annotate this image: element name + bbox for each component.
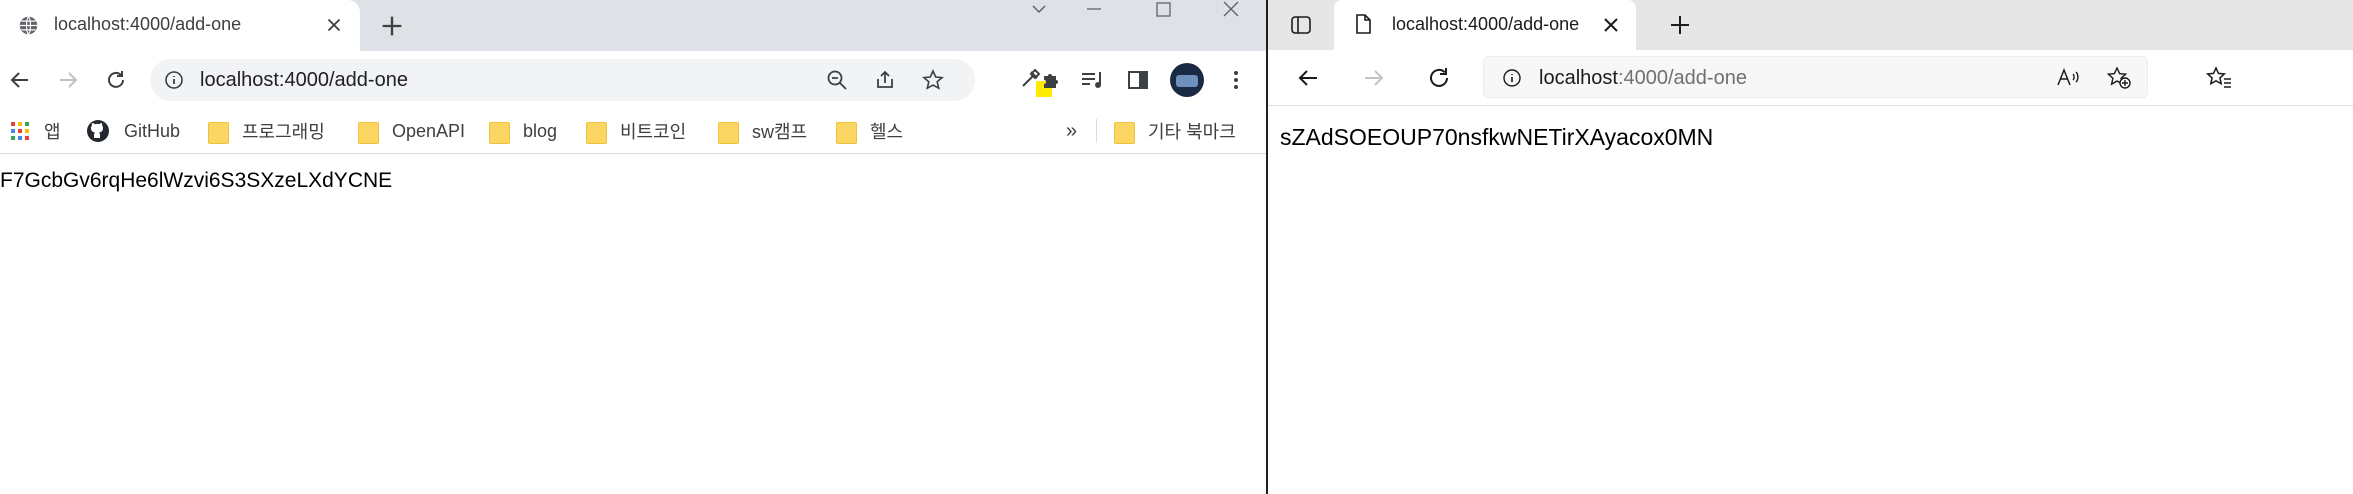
address-path: :4000/add-one: [1617, 67, 1747, 89]
back-icon[interactable]: [1295, 65, 1321, 91]
bookmark-folder-programming[interactable]: 프로그래밍: [208, 108, 325, 154]
overflow-chevron-icon: »: [1066, 119, 1078, 142]
chrome-menu-icon[interactable]: [1224, 68, 1248, 92]
folder-icon: [1114, 120, 1135, 144]
bookmark-folder-health[interactable]: 헬스: [836, 108, 903, 154]
bookmark-folder-openapi[interactable]: OpenAPI: [358, 108, 465, 154]
bookmark-label: 비트코인: [620, 122, 687, 142]
page-icon: [1356, 14, 1371, 34]
page-body-text: sZAdSOEOUP70nsfkwNETirXAyacox0MN: [1280, 124, 1714, 150]
zoom-icon[interactable]: [826, 69, 848, 91]
folder-icon: [489, 120, 510, 144]
chrome-tab-active[interactable]: localhost:4000/add-one: [0, 0, 360, 51]
minimize-icon[interactable]: [1071, 0, 1117, 22]
bookmark-label: OpenAPI: [392, 120, 466, 141]
close-window-icon[interactable]: [1208, 0, 1254, 22]
bookmark-label: blog: [523, 120, 558, 141]
address-bar[interactable]: localhost:4000/add-one: [150, 59, 975, 101]
bookmark-folder-blog[interactable]: blog: [489, 108, 557, 154]
bookmark-folder-swcamp[interactable]: sw캠프: [718, 108, 807, 154]
bookmark-folder-bitcoin[interactable]: 비트코인: [586, 108, 686, 154]
tab-actions-icon[interactable]: [1290, 14, 1312, 36]
side-panel-icon[interactable]: [1126, 68, 1150, 92]
bookmark-label: 프로그래밍: [242, 122, 325, 142]
tab-title: localhost:4000/add-one: [54, 14, 242, 34]
globe-icon: [19, 16, 38, 35]
bookmark-label: GitHub: [124, 120, 181, 141]
add-favorite-icon[interactable]: [2106, 66, 2132, 90]
reload-icon[interactable]: [104, 68, 128, 92]
new-tab-icon[interactable]: [1668, 13, 1692, 37]
profile-avatar[interactable]: [1170, 63, 1204, 97]
tab-search-chevron-icon[interactable]: [1016, 0, 1062, 22]
bookmarks-divider: [1096, 119, 1097, 143]
bookmark-label: 기타 북마크: [1148, 122, 1236, 142]
edge-tab-active[interactable]: localhost:4000/add-one: [1334, 0, 1636, 50]
read-aloud-icon[interactable]: [2056, 67, 2080, 89]
apps-grid-icon: [11, 122, 29, 140]
close-tab-icon[interactable]: [1602, 16, 1620, 34]
favorites-icon[interactable]: [2205, 65, 2233, 91]
bookmark-star-icon[interactable]: [922, 69, 944, 91]
bookmark-other-bookmarks[interactable]: 기타 북마크: [1114, 108, 1236, 154]
github-icon: [87, 120, 109, 142]
folder-icon: [836, 120, 857, 144]
address-bar[interactable]: localhost:4000/add-one: [1483, 56, 2148, 98]
close-tab-icon[interactable]: [323, 14, 345, 36]
refresh-icon[interactable]: [1426, 65, 1452, 91]
edge-tab-strip: localhost:4000/add-one: [1268, 0, 2353, 50]
back-icon[interactable]: [8, 68, 32, 92]
media-playlist-icon[interactable]: [1080, 68, 1106, 92]
edge-window: localhost:4000/add-one localhost:4000/ad…: [1268, 0, 2353, 494]
bookmark-label: 앱: [44, 122, 61, 142]
address-host: localhost: [1539, 67, 1618, 89]
tab-title: localhost:4000/add-one: [1392, 14, 1580, 34]
site-info-icon[interactable]: [1502, 68, 1522, 88]
address-url: localhost:4000/add-one: [200, 69, 408, 91]
folder-icon: [718, 120, 739, 144]
chrome-toolbar: localhost:4000/add-one: [0, 51, 1266, 108]
bookmark-github[interactable]: GitHub: [86, 108, 180, 154]
bookmark-label: 헬스: [870, 122, 904, 142]
page-body-text: F7GcbGv6rqHe6lWzvi6S3SXzeLXdYCNE: [0, 169, 393, 192]
chrome-tab-strip: localhost:4000/add-one: [0, 0, 1266, 51]
folder-icon: [208, 120, 229, 144]
bookmark-apps[interactable]: 앱: [10, 108, 61, 154]
bookmarks-overflow-button[interactable]: »: [1066, 108, 1077, 154]
forward-icon[interactable]: [1361, 65, 1387, 91]
forward-icon[interactable]: [56, 68, 80, 92]
bookmarks-bar: 앱 GitHub 프로그래밍 OpenAPI blog 비트코인 sw캠프 헬스…: [0, 108, 1266, 154]
new-tab-icon[interactable]: [378, 12, 406, 40]
folder-icon: [586, 120, 607, 144]
extensions-puzzle-icon[interactable]: [1040, 68, 1064, 92]
bookmark-label: sw캠프: [752, 122, 808, 142]
folder-icon: [358, 120, 379, 144]
site-info-icon[interactable]: [164, 70, 184, 90]
address-url: localhost:4000/add-one: [1539, 67, 1747, 90]
maximize-icon[interactable]: [1140, 0, 1186, 22]
share-icon[interactable]: [874, 69, 896, 91]
edge-toolbar: localhost:4000/add-one: [1268, 50, 2353, 106]
chrome-window: localhost:4000/add-one localhost:4000/ad…: [0, 0, 1266, 494]
